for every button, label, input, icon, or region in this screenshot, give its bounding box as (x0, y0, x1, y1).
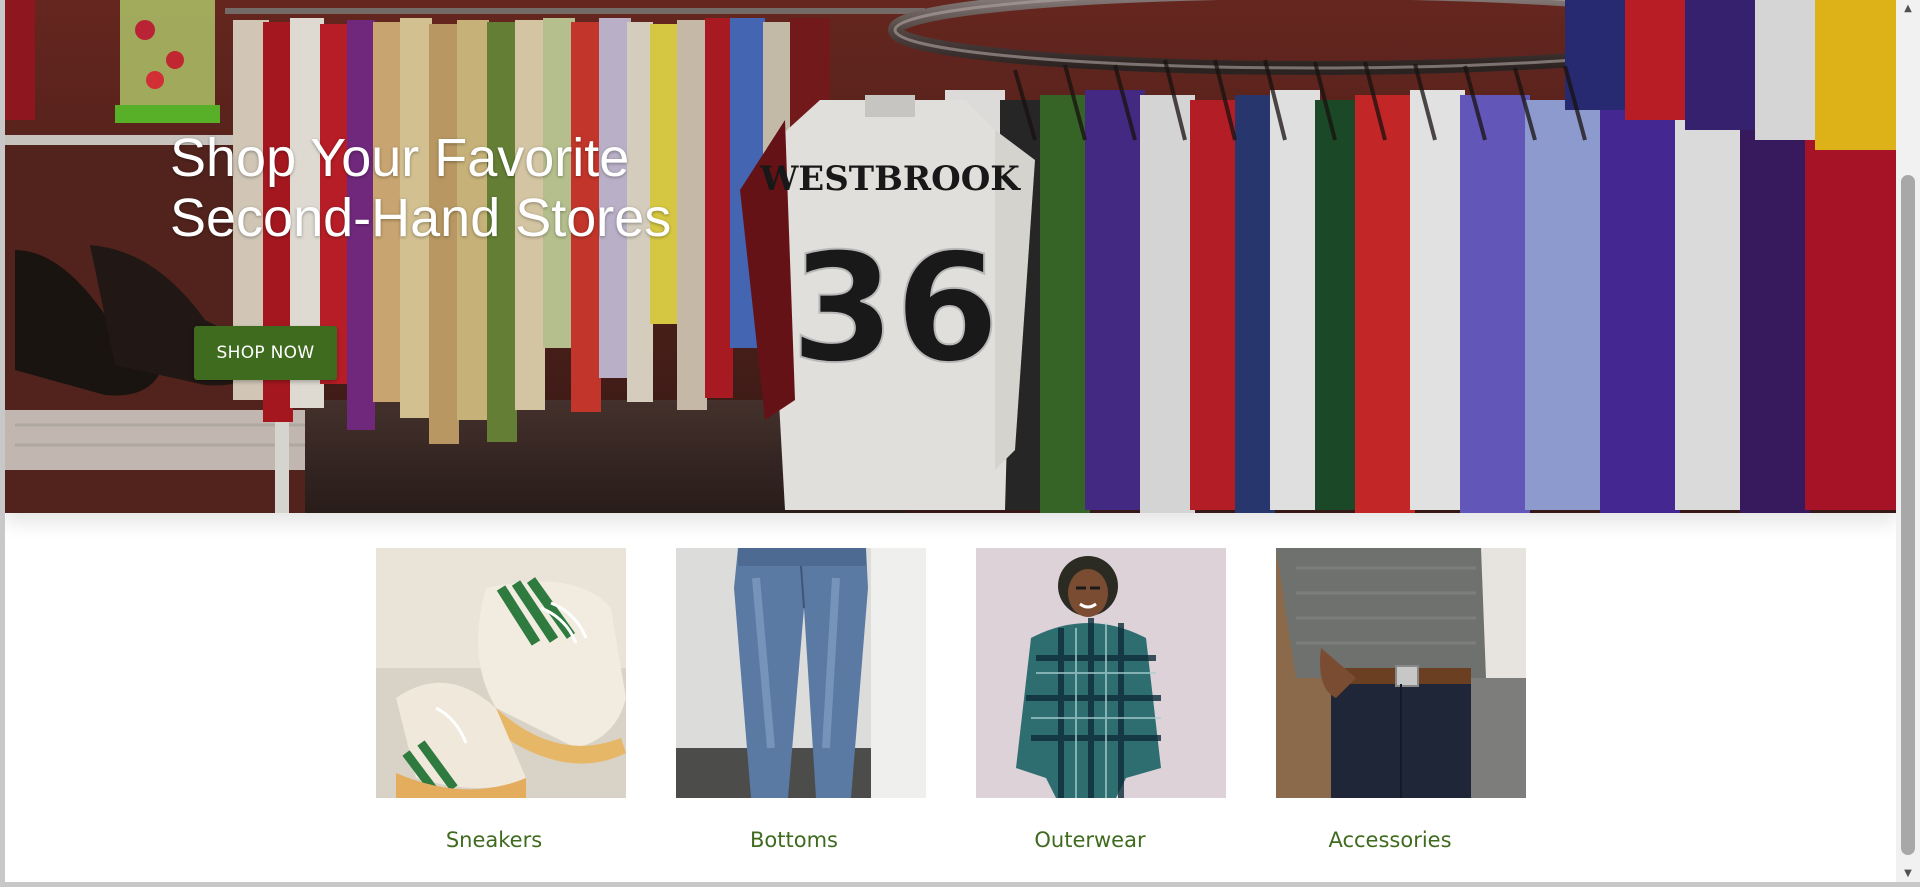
category-card-bottoms[interactable]: Bottoms (676, 548, 926, 852)
chevron-up-icon[interactable]: ▲ (1896, 0, 1920, 17)
hero-title-line-2: Second-Hand Stores (170, 188, 672, 248)
category-card-accessories[interactable]: Accessories (1276, 548, 1526, 852)
hero-image: WESTBROOK 36 (5, 0, 1896, 513)
category-label-outerwear[interactable]: Outerwear (965, 828, 1215, 852)
scrollbar-thumb[interactable] (1901, 175, 1915, 855)
vertical-scrollbar[interactable]: ▲ ▼ (1896, 0, 1920, 882)
bottoms-image[interactable] (676, 548, 926, 798)
hero-banner: WESTBROOK 36 Shop Your Favorite Second-H… (5, 0, 1896, 513)
category-label-sneakers[interactable]: Sneakers (369, 828, 619, 852)
category-card-sneakers[interactable]: Sneakers (376, 548, 626, 852)
category-card-outerwear[interactable]: Outerwear (976, 548, 1226, 852)
shop-now-button[interactable]: SHOP NOW (194, 326, 337, 380)
sneakers-image[interactable] (376, 548, 626, 798)
category-label-accessories[interactable]: Accessories (1265, 828, 1515, 852)
accessories-image[interactable] (1276, 548, 1526, 798)
chevron-down-icon[interactable]: ▼ (1896, 865, 1920, 882)
hero-title-line-1: Shop Your Favorite (170, 128, 630, 188)
window-border-bottom (0, 882, 1920, 887)
category-label-bottoms[interactable]: Bottoms (669, 828, 919, 852)
category-grid: Sneakers Bottoms Outerwear Accessories (5, 548, 1896, 868)
page-viewport: WESTBROOK 36 Shop Your Favorite Second-H… (5, 0, 1896, 882)
outerwear-image[interactable] (976, 548, 1226, 798)
hero-title: Shop Your Favorite Second-Hand Stores (170, 128, 770, 248)
